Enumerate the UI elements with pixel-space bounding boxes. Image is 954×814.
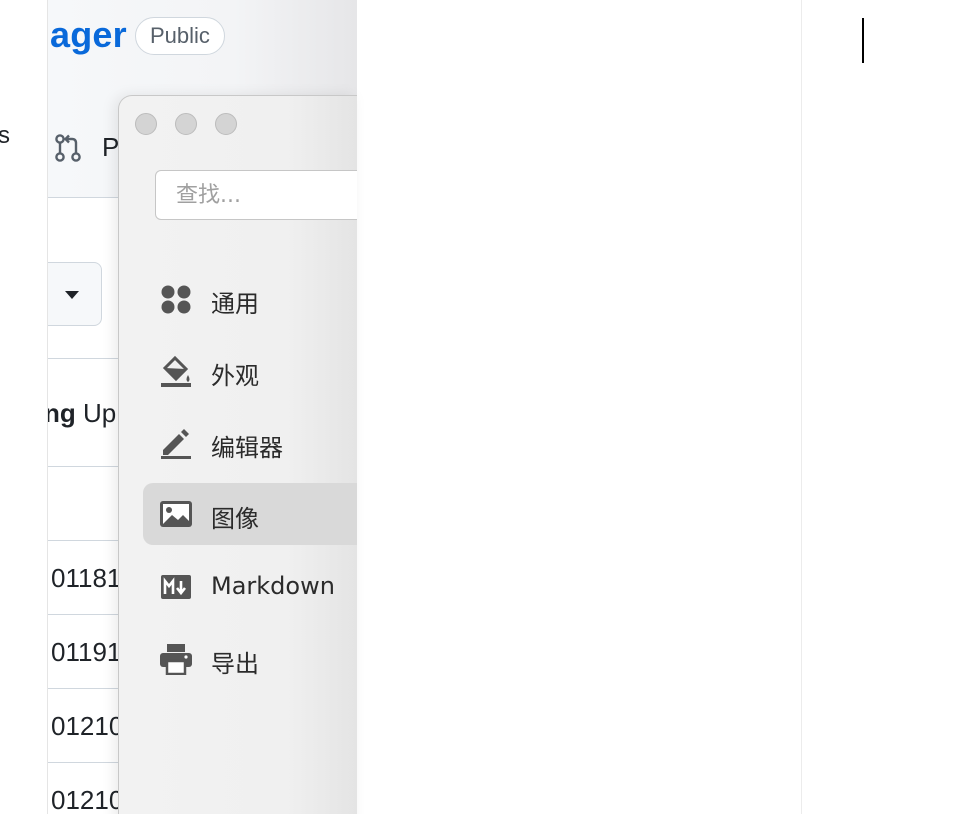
sidebar-item-label: 图像: [211, 505, 259, 533]
desktop: s ager Public P ng Up 01181 01191 01210 …: [0, 0, 954, 814]
sidebar-item-label: 导出: [211, 650, 259, 678]
preferences-search-input[interactable]: [155, 170, 357, 220]
text-cursor: [862, 18, 864, 63]
sidebar-item-label: 通用: [211, 290, 259, 318]
branch-select-button[interactable]: [48, 262, 102, 326]
table-row[interactable]: 01191: [51, 637, 121, 668]
sidebar-item-appearance[interactable]: 外观: [143, 340, 357, 402]
repo-name-link[interactable]: ager: [50, 14, 127, 56]
close-window-button[interactable]: [135, 113, 157, 135]
image-icon: [160, 501, 192, 527]
paint-bucket-icon: [161, 355, 191, 387]
sidebar-item-export[interactable]: 导出: [143, 628, 357, 690]
printer-icon: [160, 644, 192, 675]
table-column-header: ng Up: [47, 398, 117, 429]
apps-grid-icon: [161, 285, 191, 314]
pencil-edit-icon: [161, 429, 191, 459]
sidebar-item-label: 编辑器: [211, 434, 283, 462]
zoom-window-button[interactable]: [215, 113, 237, 135]
sidebar-item-editor[interactable]: 编辑器: [143, 412, 357, 474]
minimize-window-button[interactable]: [175, 113, 197, 135]
tab-pull-requests[interactable]: P: [102, 132, 119, 163]
sidebar-item-markdown[interactable]: Markdown: [143, 556, 357, 618]
pull-request-icon: [55, 134, 81, 162]
left-window-fragment: s: [0, 0, 47, 814]
sidebar-item-image[interactable]: 图像: [143, 483, 357, 545]
markdown-icon: [161, 575, 191, 599]
column-header-rest: Up: [75, 398, 117, 428]
column-header-bold: ng: [47, 398, 76, 428]
table-row[interactable]: 01181: [51, 563, 121, 594]
pane-divider: [801, 0, 802, 814]
sidebar-item-label: 外观: [211, 362, 259, 390]
visibility-badge: Public: [135, 17, 225, 55]
caret-down-icon: [65, 291, 79, 299]
table-row[interactable]: 01210: [51, 711, 123, 742]
table-row[interactable]: 01210: [51, 785, 123, 814]
partial-text: s: [0, 122, 10, 149]
preferences-window: 通用 外观 编辑器: [118, 95, 357, 814]
sidebar-item-label: Markdown: [211, 572, 335, 600]
sidebar-item-general[interactable]: 通用: [143, 268, 357, 330]
